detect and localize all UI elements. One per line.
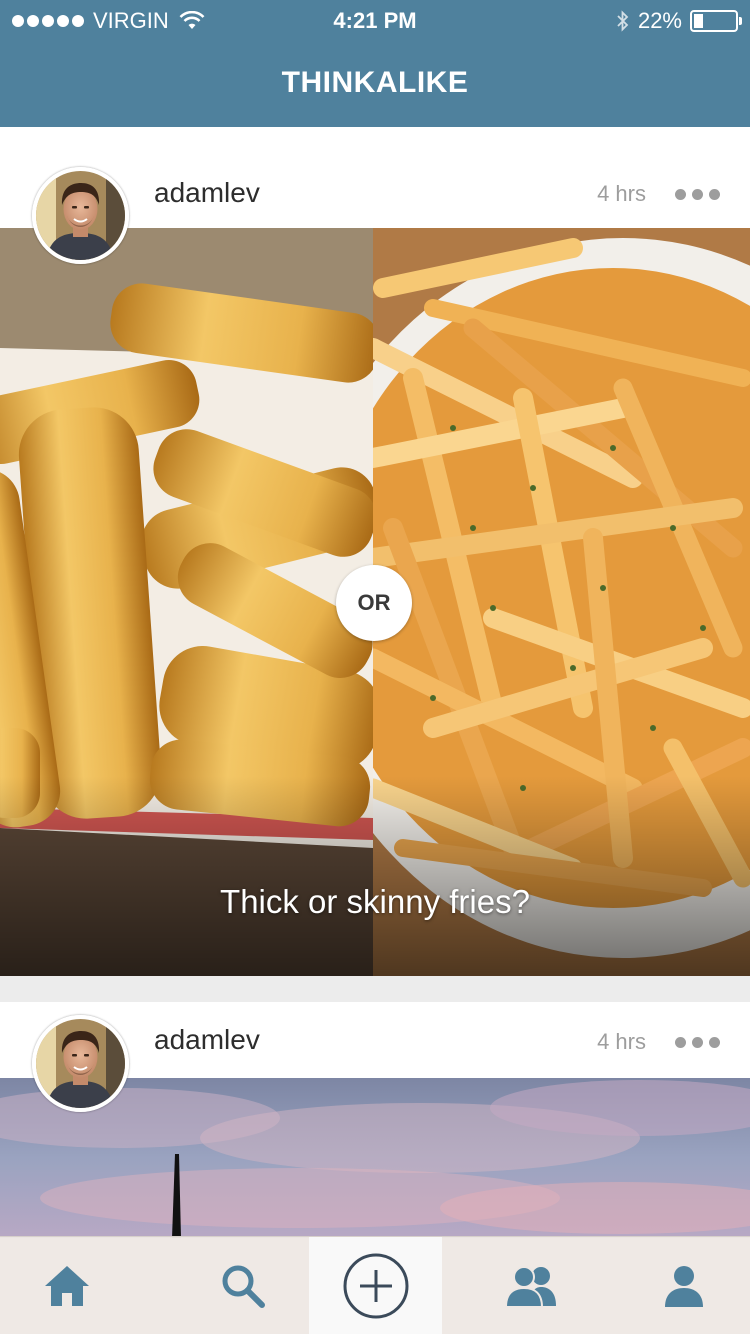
post-time: 4 hrs <box>597 1029 646 1054</box>
post-username[interactable]: adamlev <box>154 177 260 209</box>
bluetooth-icon <box>617 10 629 32</box>
avatar[interactable] <box>32 1015 129 1112</box>
caption-shade <box>0 776 750 976</box>
status-right: 22% <box>616 8 742 34</box>
profile-icon <box>664 1266 703 1307</box>
post-photo[interactable] <box>0 1078 750 1238</box>
post-time: 4 hrs <box>597 181 646 206</box>
top-bar: VIRGIN 4:21 PM 22% THINKALIKE <box>0 0 750 127</box>
tab-home[interactable] <box>0 1237 133 1334</box>
tab-bar <box>0 1236 750 1334</box>
tab-friends[interactable] <box>464 1237 597 1334</box>
more-options-icon[interactable] <box>675 1037 720 1048</box>
post-caption: Thick or skinny fries? <box>220 883 530 920</box>
battery-percent: 22% <box>637 8 682 33</box>
avatar[interactable] <box>32 167 129 264</box>
tab-search[interactable] <box>176 1237 309 1334</box>
tab-create[interactable] <box>309 1237 442 1334</box>
search-icon <box>222 1265 265 1308</box>
status-bar: VIRGIN 4:21 PM 22% <box>0 0 750 40</box>
app-title: THINKALIKE <box>281 66 469 99</box>
or-button[interactable]: OR <box>336 565 412 641</box>
post-photo-comparison: OR Thick or skinny fries? <box>0 228 750 976</box>
tab-profile[interactable] <box>617 1237 750 1334</box>
more-options-icon[interactable] <box>675 189 720 200</box>
battery-icon <box>690 10 742 32</box>
add-icon <box>343 1253 408 1319</box>
friends-icon <box>504 1266 556 1308</box>
post-username[interactable]: adamlev <box>154 1024 260 1056</box>
home-icon <box>44 1266 89 1306</box>
